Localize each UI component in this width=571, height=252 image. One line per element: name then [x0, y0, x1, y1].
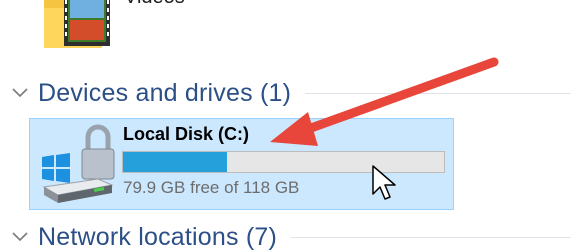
- group-title: Network locations (7): [38, 222, 278, 251]
- mouse-cursor-icon: [372, 165, 396, 200]
- drive-free-space: 79.9 GB free of 118 GB: [123, 178, 300, 197]
- drive-usage-bar-fill: [123, 152, 227, 172]
- group-divider: [305, 92, 571, 94]
- group-title: Devices and drives (1): [38, 78, 292, 107]
- chevron-down-icon[interactable]: [10, 83, 30, 103]
- devices-and-drives-header[interactable]: Devices and drives (1): [10, 78, 571, 108]
- videos-folder-label[interactable]: Videos: [124, 0, 185, 9]
- windows-hard-drive-lock-icon: [38, 121, 116, 207]
- chevron-down-icon[interactable]: [10, 227, 30, 247]
- network-locations-header[interactable]: Network locations (7): [10, 222, 571, 252]
- group-divider: [291, 236, 571, 238]
- videos-folder-icon[interactable]: [40, 0, 112, 56]
- drive-name: Local Disk (C:): [123, 124, 250, 144]
